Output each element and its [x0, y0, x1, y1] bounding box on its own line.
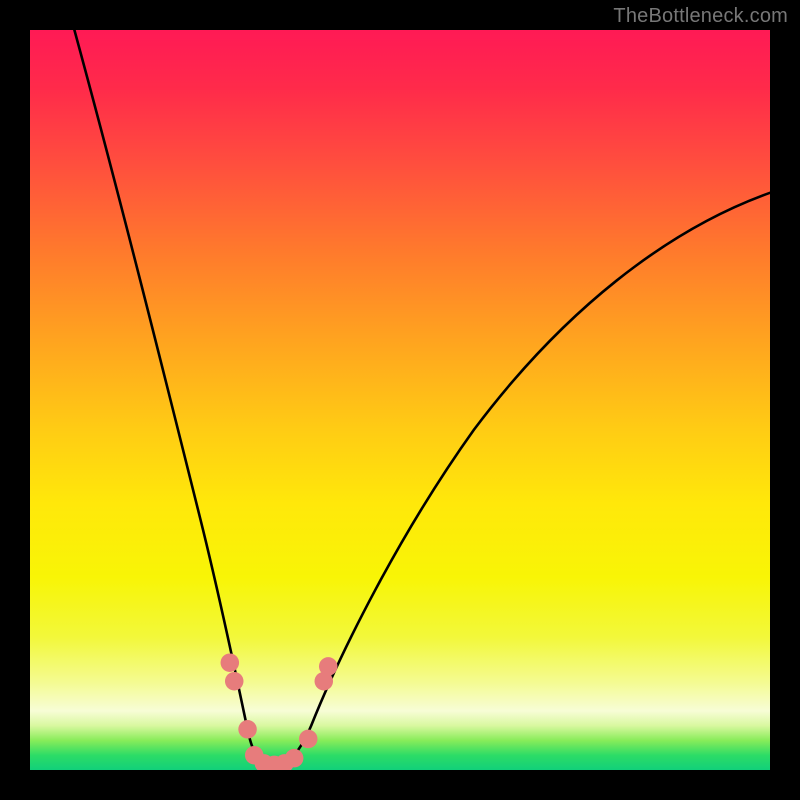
marker-valley-5: [285, 749, 304, 768]
chart-plot-area: [30, 30, 770, 770]
marker-left-dot-1: [221, 653, 240, 672]
marker-left-dot-3: [238, 720, 257, 739]
curve-left-branch: [74, 30, 274, 765]
watermark-text: TheBottleneck.com: [613, 5, 788, 28]
marker-right-dot-3: [319, 657, 338, 676]
marker-left-dot-2: [225, 672, 244, 691]
marker-right-dot-1: [299, 730, 318, 749]
marker-group: [221, 653, 338, 770]
chart-curve-layer: [30, 30, 770, 770]
curve-right-branch: [274, 193, 770, 765]
image-frame: TheBottleneck.com: [0, 0, 800, 800]
